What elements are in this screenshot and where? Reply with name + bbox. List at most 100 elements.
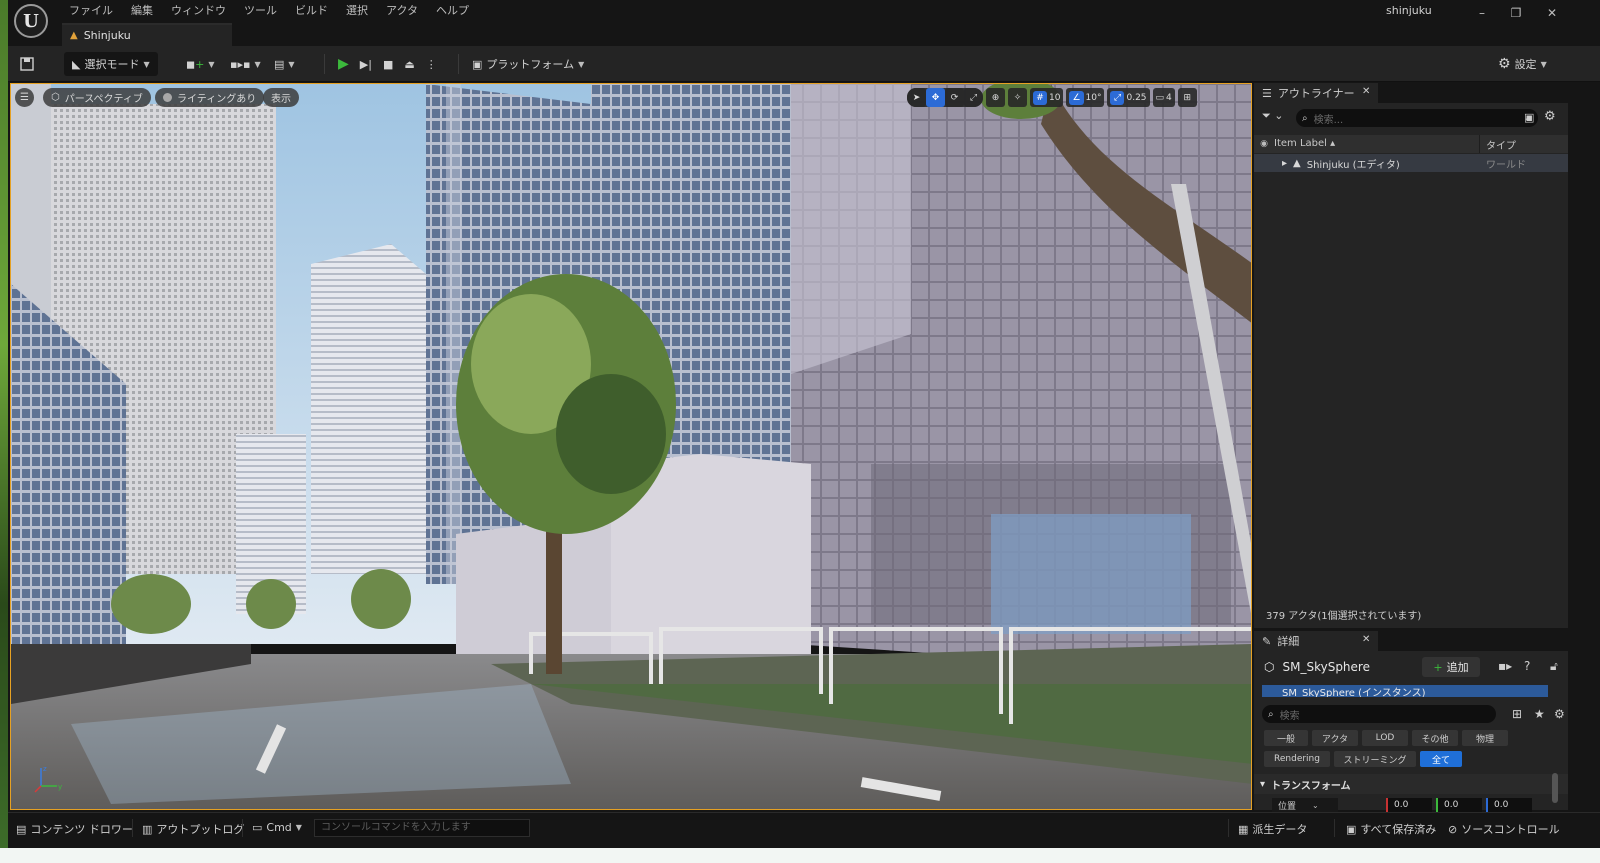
menu-edit[interactable]: 編集 — [122, 2, 162, 20]
rotate-icon[interactable]: ⟳ — [945, 88, 964, 107]
details-search-input[interactable]: ⌕ 検索 — [1262, 705, 1496, 723]
menu-tools[interactable]: ツール — [235, 2, 286, 20]
translate-icon[interactable]: ✥ — [926, 88, 945, 107]
component-tree-item[interactable]: SM_SkySphere (インスタンス) — [1262, 685, 1548, 697]
star-icon[interactable]: ★ — [1534, 707, 1545, 721]
cmd-dropdown[interactable]: ▭ Cmd ▼ — [252, 821, 302, 834]
svg-text:y: y — [58, 783, 62, 791]
filter-actor[interactable]: アクタ — [1312, 730, 1358, 746]
show-button[interactable]: 表示 — [263, 88, 299, 107]
filter-rendering[interactable]: Rendering — [1264, 751, 1330, 767]
close-icon[interactable]: ✕ — [1362, 86, 1370, 97]
blueprint-button[interactable]: ▪▸▪ ▼ — [230, 52, 261, 76]
column-type[interactable]: タイプ — [1480, 137, 1516, 152]
restore-button[interactable]: ❐ — [1504, 4, 1528, 22]
details-scrollbar[interactable] — [1552, 773, 1558, 803]
step-forward-icon[interactable]: ▶| — [360, 58, 372, 71]
location-x-field[interactable]: 0.0 — [1386, 798, 1432, 812]
eject-icon[interactable]: ⏏ — [404, 58, 414, 71]
location-z-field[interactable]: 0.0 — [1486, 798, 1532, 812]
details-tab[interactable]: ✎ 詳細 ✕ — [1254, 631, 1378, 651]
scale-icon[interactable]: ⤢ — [964, 88, 983, 107]
filter-misc[interactable]: その他 — [1412, 730, 1458, 746]
lock-icon[interactable]: 🔓︎ — [1550, 659, 1558, 674]
menu-file[interactable]: ファイル — [60, 2, 122, 20]
add-actor-button[interactable]: ◼+ ▼ — [186, 52, 215, 76]
grid-snap-toggle[interactable]: # 10 — [1030, 88, 1064, 107]
location-y-field[interactable]: 0.0 — [1436, 798, 1482, 812]
camera-icon: ▭ — [1155, 92, 1165, 103]
chevron-down-icon: ▼ — [295, 823, 302, 832]
filter-streaming[interactable]: ストリーミング — [1334, 751, 1416, 767]
search-icon: ⌕ — [1268, 708, 1274, 720]
gear-icon[interactable]: ⚙ — [1554, 707, 1565, 721]
save-all-label: すべて保存済み — [1360, 823, 1437, 836]
outliner-row[interactable]: ▸ ▲ Shinjuku (エディタ) ワールド — [1254, 154, 1568, 172]
view-mode-button[interactable]: ライティングあり — [155, 88, 265, 107]
minimize-button[interactable]: – — [1470, 4, 1494, 22]
save-all-button[interactable]: ▣ すべて保存済み — [1346, 821, 1436, 837]
console-command-input[interactable]: コンソールコマンドを入力します — [314, 819, 530, 837]
select-arrow-icon[interactable]: ➤ — [907, 88, 926, 107]
scale-snap-toggle[interactable]: ⤢ 0.25 — [1107, 88, 1150, 107]
add-actor-icon: ◼+ — [186, 57, 205, 71]
outliner-row-type: ワールド — [1486, 159, 1526, 171]
play-options-icon[interactable]: ⋮ — [426, 58, 437, 71]
chevron-down-icon: ▼ — [578, 59, 585, 69]
help-icon[interactable]: ? — [1524, 659, 1530, 673]
outliner-tab[interactable]: ☰ アウトライナー ✕ — [1254, 83, 1378, 103]
level-tab[interactable]: ▲ Shinjuku — [62, 23, 232, 46]
outliner-panel: ☰ アウトライナー ✕ ⏷ ⌄ ⌕ 検索... ⌄ ▣ ⚙ ◉ Item Lab… — [1254, 83, 1568, 628]
cinematics-button[interactable]: ▤ ▼ — [274, 52, 295, 76]
expand-arrow-icon[interactable]: ▸ — [1282, 158, 1287, 169]
toolbar-divider — [458, 54, 459, 74]
gear-icon[interactable]: ⚙ — [1544, 109, 1556, 124]
rotation-snap-toggle[interactable]: ∠ 10° — [1066, 88, 1105, 107]
filter-icon[interactable]: ⏷ ⌄ — [1262, 109, 1284, 123]
perspective-button[interactable]: ⬡ パースペクティブ — [43, 88, 151, 107]
outliner-column-header: ◉ Item Label ▴ タイプ — [1254, 135, 1568, 153]
surface-snap-icon[interactable]: ✧ — [1008, 88, 1027, 107]
content-drawer-button[interactable]: ▤ コンテンツ ドロワー — [16, 821, 133, 837]
chevron-down-icon: ▼ — [1540, 59, 1547, 69]
outliner-search-input[interactable]: ⌕ 検索... ⌄ — [1296, 109, 1538, 127]
menu-window[interactable]: ウィンドウ — [162, 2, 235, 20]
filter-all[interactable]: 全て — [1420, 751, 1462, 767]
play-icon[interactable]: ▶ — [338, 56, 349, 72]
add-folder-icon[interactable]: ▣ — [1524, 111, 1534, 124]
output-log-button[interactable]: ▥ アウトプットログ — [142, 821, 244, 837]
location-dropdown[interactable]: 位置 ⌄ — [1272, 798, 1338, 812]
camera-speed-button[interactable]: ▭ 4 — [1152, 88, 1175, 107]
menu-build[interactable]: ビルド — [286, 2, 337, 20]
unreal-logo-icon[interactable]: U — [14, 4, 48, 38]
table-view-icon[interactable]: ⊞ — [1512, 707, 1522, 721]
derived-data-button[interactable]: ▦ 派生データ — [1238, 821, 1307, 837]
world-local-icon[interactable]: ⊕ — [986, 88, 1005, 107]
derived-data-icon: ▦ — [1238, 822, 1249, 836]
add-component-button[interactable]: + 追加 — [1422, 657, 1480, 677]
level-viewport[interactable]: ☰ ⬡ パースペクティブ ライティングあり 表示 ➤ ✥ ⟳ ⤢ ⊕ ✧ # 1… — [10, 83, 1252, 810]
grid-icon: # — [1033, 90, 1047, 105]
source-control-button[interactable]: ⊘ ソースコントロール — [1448, 821, 1560, 837]
menu-select[interactable]: 選択 — [337, 2, 377, 20]
filter-general[interactable]: 一般 — [1264, 730, 1308, 746]
menu-help[interactable]: ヘルプ — [427, 2, 478, 20]
settings-dropdown[interactable]: ⚙ 設定 ▼ — [1498, 52, 1547, 76]
filter-lod[interactable]: LOD — [1362, 730, 1408, 746]
visibility-eye-icon[interactable]: ◉ — [1254, 139, 1274, 149]
save-icon[interactable] — [20, 52, 34, 76]
transform-section-header[interactable]: ▾ トランスフォーム — [1254, 774, 1568, 794]
viewport-menu-button[interactable]: ☰ — [15, 88, 34, 107]
menu-actor[interactable]: アクタ — [377, 2, 427, 20]
select-mode-dropdown[interactable]: ◣ 選択モード ▼ — [64, 52, 158, 76]
content-drawer-label: コンテンツ ドロワー — [30, 823, 133, 836]
close-window-button[interactable]: ✕ — [1540, 4, 1564, 22]
platforms-dropdown[interactable]: ▣ プラットフォーム ▼ — [472, 52, 584, 76]
close-icon[interactable]: ✕ — [1362, 634, 1370, 645]
blueprint-icon[interactable]: ▪▸ — [1498, 659, 1512, 673]
filter-physics[interactable]: 物理 — [1462, 730, 1508, 746]
viewport-layout-icon[interactable]: ⊞ — [1177, 88, 1197, 107]
column-item-label[interactable]: Item Label ▴ — [1274, 135, 1480, 153]
stop-icon[interactable]: ■ — [383, 58, 393, 71]
scale-snap-icon: ⤢ — [1110, 90, 1125, 105]
